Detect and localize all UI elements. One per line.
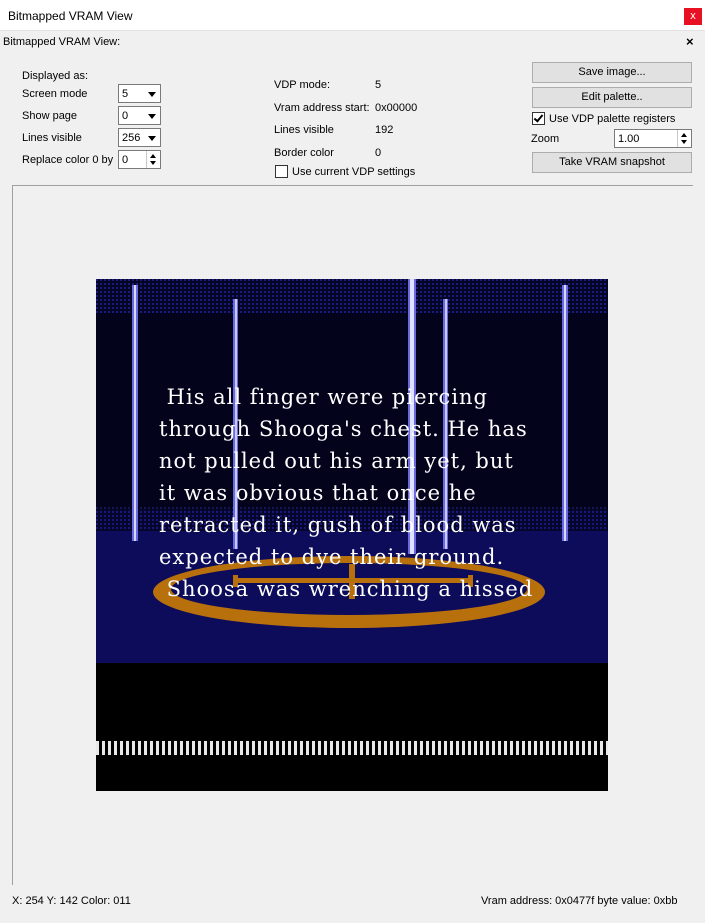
use-current-vdp-checkbox[interactable]	[275, 165, 288, 178]
vram-address-start-label: Vram address start:	[274, 102, 370, 114]
chevron-down-icon	[148, 114, 156, 119]
screen-mode-select[interactable]: 5	[118, 84, 161, 103]
border-color-label: Border color	[274, 147, 334, 159]
vram-address-start-value: 0x00000	[375, 102, 418, 114]
screen-mode-value: 5	[122, 88, 129, 100]
chevron-down-icon	[148, 92, 156, 97]
use-vdp-palette-label: Use VDP palette registers	[549, 113, 676, 125]
save-image-button[interactable]: Save image...	[532, 62, 692, 83]
lines-visible-value: 256	[122, 132, 141, 144]
arrow-down-icon[interactable]	[150, 161, 156, 165]
replace-color-spinner[interactable]: 0	[118, 150, 161, 169]
vdp-mode-label: VDP mode:	[274, 79, 331, 91]
story-line: through Shooga's chest. He has	[159, 417, 528, 441]
replace-color-label: Replace color 0 by	[22, 154, 114, 166]
story-line: it was obvious that once he	[159, 481, 477, 505]
vram-bitmap-image[interactable]: His all finger were piercing through Sho…	[96, 279, 608, 791]
lines-visible-label: Lines visible	[22, 132, 82, 144]
lines-visible-select[interactable]: 256	[118, 128, 161, 147]
arrow-up-icon[interactable]	[681, 133, 687, 137]
story-line: retracted it, gush of blood was	[159, 513, 517, 537]
displayed-as-label: Displayed as:	[22, 70, 89, 82]
window-titlebar: Bitmapped VRAM View x	[0, 0, 705, 31]
checkmark-icon	[533, 112, 544, 123]
story-line: His all finger were piercing	[159, 385, 488, 409]
window-close-button[interactable]: x	[684, 8, 702, 25]
panel-close-icon[interactable]: ×	[686, 34, 694, 49]
zoom-label: Zoom	[531, 133, 560, 145]
chevron-down-icon	[148, 136, 156, 141]
vdp-lines-visible-label: Lines visible	[274, 124, 334, 136]
show-page-value: 0	[122, 110, 129, 122]
zoom-spinner[interactable]: 1.00	[614, 129, 692, 148]
arrow-down-icon[interactable]	[681, 140, 687, 144]
take-vram-snapshot-button[interactable]: Take VRAM snapshot	[532, 152, 692, 173]
vdp-mode-value: 5	[375, 79, 382, 91]
window-title: Bitmapped VRAM View	[8, 9, 133, 23]
panel-header: Bitmapped VRAM View: ×	[0, 31, 705, 53]
arrow-up-icon[interactable]	[150, 154, 156, 158]
story-line: not pulled out his arm yet, but	[159, 449, 514, 473]
story-line: Shoosa was wrenching a hissed	[159, 577, 534, 601]
border-color-value: 0	[375, 147, 382, 159]
show-page-label: Show page	[22, 110, 78, 122]
zoom-value: 1.00	[618, 133, 640, 145]
edit-palette-button[interactable]: Edit palette..	[532, 87, 692, 108]
use-vdp-palette-checkbox[interactable]	[532, 112, 545, 125]
screen-mode-label: Screen mode	[22, 88, 88, 100]
spinner-buttons[interactable]	[677, 130, 691, 147]
replace-color-value: 0	[122, 154, 129, 166]
story-text: His all finger were piercing through Sho…	[159, 381, 599, 605]
story-line: expected to dye their ground.	[159, 545, 505, 569]
vram-address-info: Vram address: 0x0477f byte value: 0xbb	[481, 895, 678, 907]
show-page-select[interactable]: 0	[118, 106, 161, 125]
use-current-vdp-label: Use current VDP settings	[292, 166, 416, 178]
vdp-lines-visible-value: 192	[375, 124, 394, 136]
status-bar: X: 254 Y: 142 Color: 011 Vram address: 0…	[0, 888, 705, 923]
spinner-buttons[interactable]	[146, 151, 160, 168]
panel-title: Bitmapped VRAM View:	[3, 36, 121, 48]
cursor-info: X: 254 Y: 142 Color: 011	[12, 895, 131, 907]
